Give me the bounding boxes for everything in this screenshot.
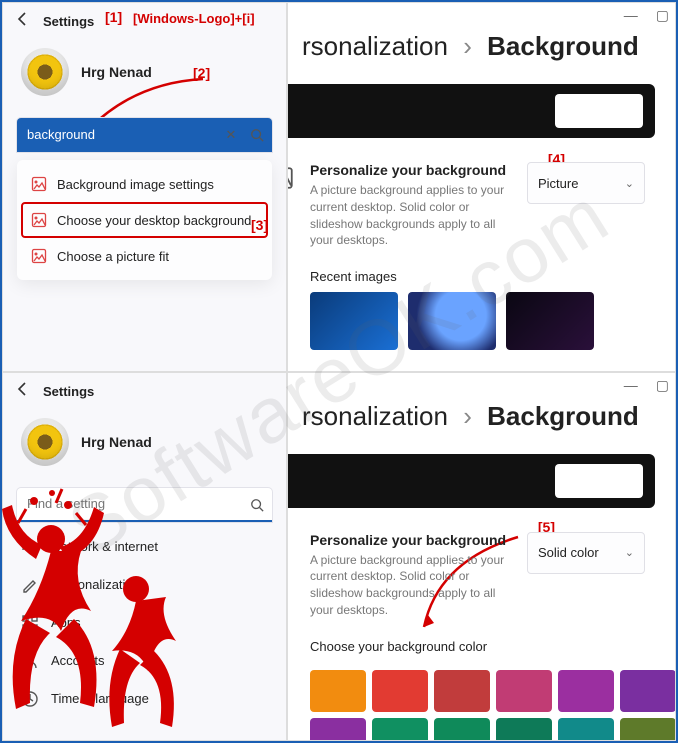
section-desc: A picture background applies to your cur…	[302, 552, 512, 619]
color-swatch[interactable]	[310, 718, 366, 741]
color-swatch[interactable]	[558, 718, 614, 741]
color-swatch[interactable]	[620, 670, 676, 712]
recent-image-thumb[interactable]	[506, 292, 594, 350]
color-swatch[interactable]	[310, 670, 366, 712]
suggestion-item[interactable]: Background image settings	[21, 166, 268, 202]
breadcrumb: rsonalization › Background	[302, 373, 661, 440]
back-icon[interactable]	[15, 11, 31, 32]
nav-network[interactable]: Network & internet	[13, 528, 276, 566]
chevron-right-icon: ›	[463, 401, 472, 431]
suggestion-label: Choose a picture fit	[57, 249, 169, 264]
nav-label: Accounts	[51, 653, 104, 668]
color-swatch[interactable]	[372, 670, 428, 712]
preview-strip	[287, 84, 655, 138]
color-swatch[interactable]	[434, 670, 490, 712]
avatar	[21, 418, 69, 466]
nav-apps[interactable]: Apps	[13, 604, 276, 642]
panel-top-right: — ▢ rsonalization › Background [4] Perso…	[287, 2, 676, 372]
panel-bottom-right: — ▢ rsonalization › Background [5] Perso…	[287, 372, 676, 742]
suggestion-label: Background image settings	[57, 177, 214, 192]
user-name: Hrg Nenad	[81, 64, 152, 80]
breadcrumb-here: Background	[487, 401, 639, 431]
settings-title: Settings	[43, 14, 94, 29]
avatar	[21, 48, 69, 96]
suggestion-item-selected[interactable]: Choose your desktop background	[21, 202, 268, 238]
picture-icon	[287, 166, 294, 190]
breadcrumb: rsonalization › Background	[302, 3, 661, 70]
color-swatch[interactable]	[558, 670, 614, 712]
color-swatch-grid	[302, 662, 661, 741]
background-type-dropdown[interactable]: Solid color ⌄	[527, 532, 645, 574]
chevron-right-icon: ›	[463, 31, 472, 61]
section-desc: A picture background applies to your cur…	[302, 182, 512, 249]
back-icon[interactable]	[15, 381, 31, 402]
user-name: Hrg Nenad	[81, 434, 152, 450]
search-icon[interactable]	[244, 488, 270, 522]
breadcrumb-parent[interactable]: rsonalization	[302, 401, 448, 431]
nav-label: Network & internet	[51, 539, 158, 554]
nav-accounts[interactable]: Accounts	[13, 642, 276, 680]
recent-image-thumb[interactable]	[408, 292, 496, 350]
recent-images-label: Recent images	[302, 249, 661, 292]
panel-top-left: Settings [1] [Windows-Logo]+[i] Hrg Nena…	[2, 2, 287, 372]
nav-label: Apps	[51, 615, 81, 630]
nav-label: Personalization	[51, 577, 140, 592]
recent-image-thumb[interactable]	[310, 292, 398, 350]
chevron-down-icon: ⌄	[625, 546, 634, 559]
suggestion-label: Choose your desktop background	[57, 213, 251, 228]
nav-personalization[interactable]: Personalization	[13, 566, 276, 604]
dropdown-value: Solid color	[538, 545, 599, 560]
color-swatch[interactable]	[620, 718, 676, 741]
suggestion-item[interactable]: Choose a picture fit	[21, 238, 268, 274]
color-swatch[interactable]	[496, 718, 552, 741]
search-icon[interactable]	[244, 118, 270, 152]
panel-bottom-left: Settings Hrg Nenad Network & internet Pe…	[2, 372, 287, 742]
search-suggestions: Background image settings Choose your de…	[17, 160, 272, 280]
clear-icon[interactable]: ✕	[218, 118, 244, 152]
breadcrumb-parent[interactable]: rsonalization	[302, 31, 448, 61]
search-input[interactable]	[17, 488, 272, 522]
nav-time-language[interactable]: Time & language	[13, 680, 276, 718]
color-swatch[interactable]	[496, 670, 552, 712]
settings-title: Settings	[43, 384, 94, 399]
dropdown-value: Picture	[538, 176, 578, 191]
breadcrumb-here: Background	[487, 31, 639, 61]
choose-color-label: Choose your background color	[302, 619, 661, 662]
color-swatch[interactable]	[372, 718, 428, 741]
chevron-down-icon: ⌄	[625, 177, 634, 190]
color-swatch[interactable]	[434, 718, 490, 741]
nav-label: Time & language	[51, 691, 149, 706]
background-type-dropdown[interactable]: Picture ⌄	[527, 162, 645, 204]
preview-strip	[287, 454, 655, 508]
